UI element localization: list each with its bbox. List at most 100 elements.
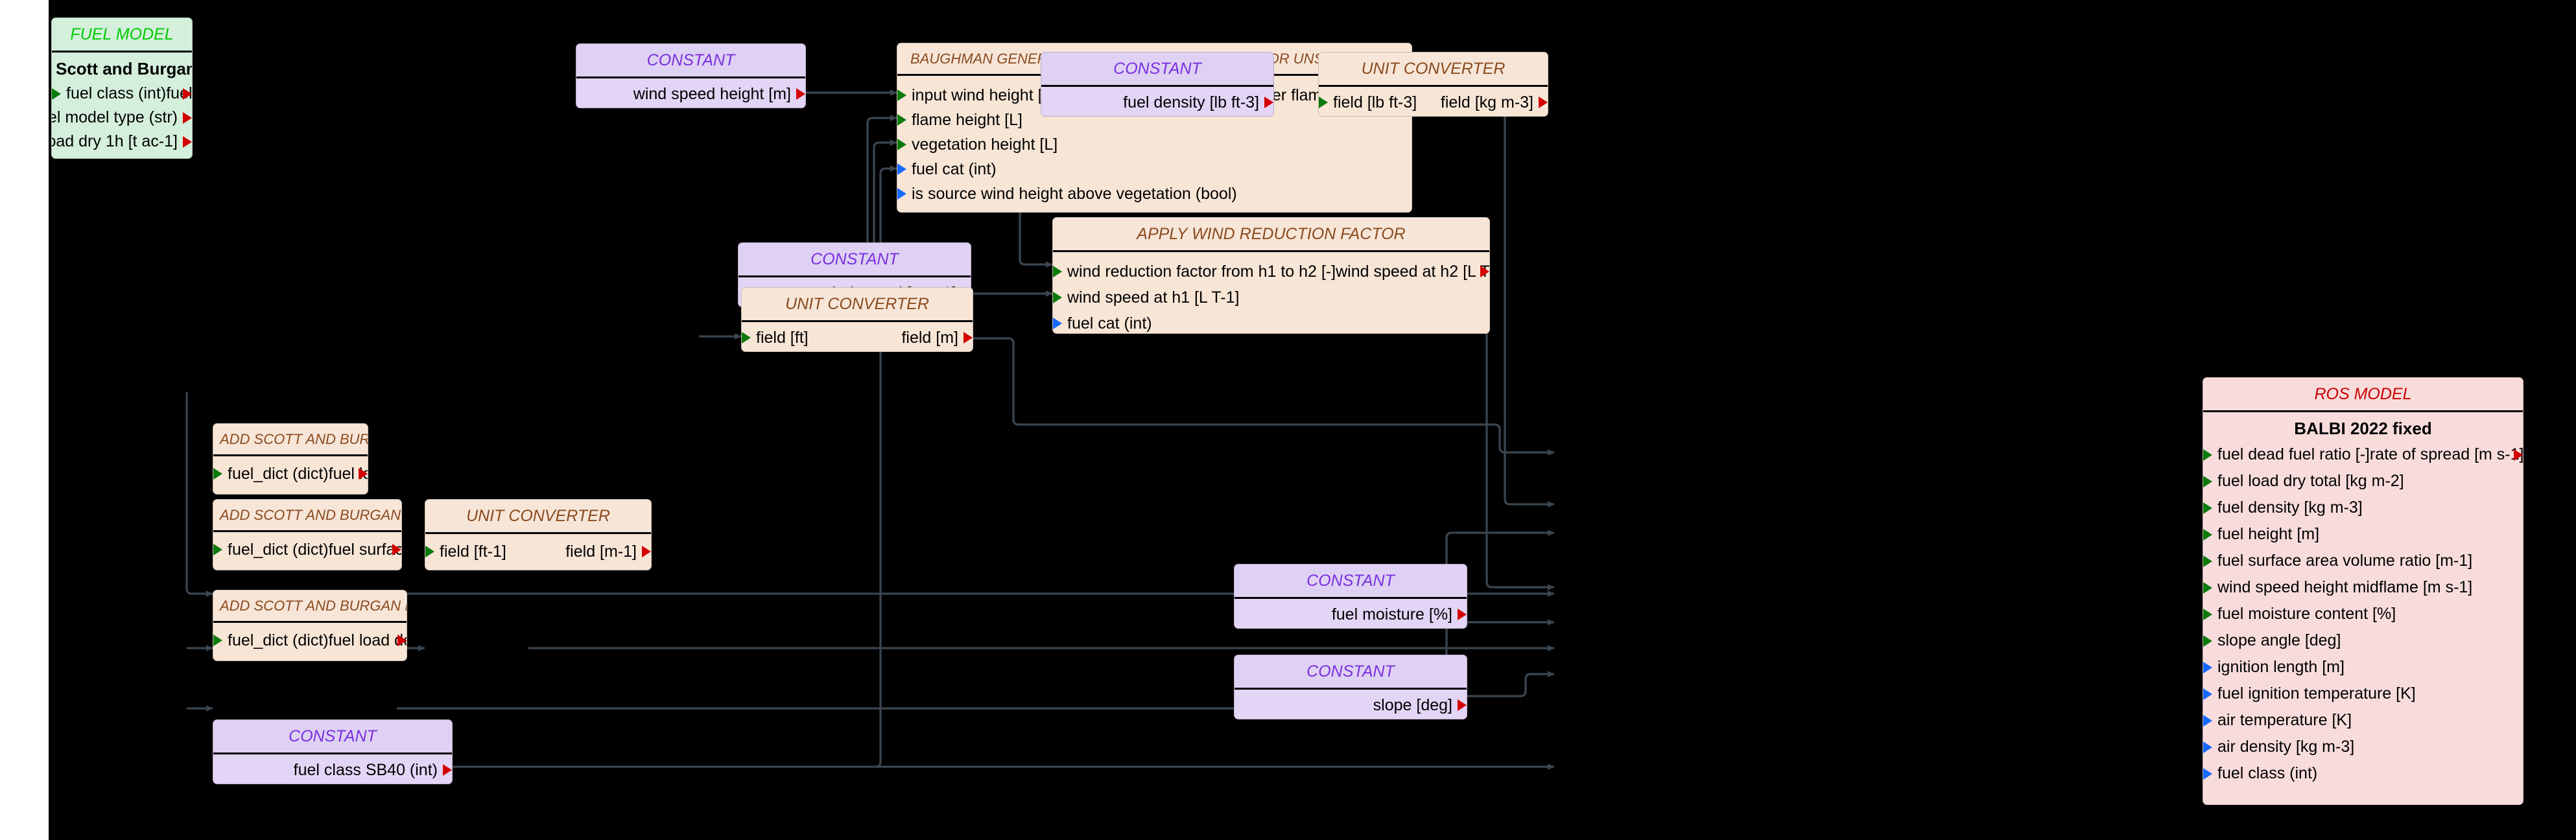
row-port[interactable]: slope [deg] (1235, 690, 1467, 719)
port-out-icon[interactable] (642, 546, 651, 557)
port-in-label: fuel_dict (dict) (228, 540, 329, 559)
port-in-icon[interactable] (213, 468, 222, 480)
row-port[interactable]: fuel cat (int) (1053, 310, 1489, 333)
port-in-icon[interactable] (213, 635, 222, 646)
row-port[interactable]: fuel surface area volume ratio [m-1] (2203, 548, 2523, 574)
port-in-icon[interactable] (2203, 741, 2212, 753)
node-fuel-model[interactable]: FUEL MODEL Scott and Burgan 40 fuel clas… (51, 18, 193, 159)
row-port[interactable]: wind speed height [m] (576, 78, 805, 108)
port-in-icon[interactable] (2203, 767, 2212, 780)
port-in-icon[interactable] (1053, 318, 1062, 329)
row-port[interactable]: is source wind height above vegetation (… (897, 181, 1412, 206)
port-in-icon[interactable] (897, 89, 906, 101)
port-in-icon[interactable] (2203, 449, 2212, 461)
row-port[interactable]: wind reduction factor from h1 to h2 [-] … (1053, 259, 1489, 285)
row-port[interactable]: wind speed height midflame [m s-1] (2203, 574, 2523, 601)
port-out-icon[interactable] (1539, 97, 1548, 108)
port-in-icon[interactable] (2203, 661, 2212, 673)
port-in-icon[interactable] (2203, 688, 2212, 700)
node-add-dead-fuel-ratio[interactable]: ADD SCOTT AND BURGAN DEAD FUEL RATIO fue… (213, 590, 407, 661)
port-in-icon[interactable] (2203, 475, 2212, 487)
port-out-icon[interactable] (1458, 609, 1467, 620)
row-port[interactable]: field [ft] field [m] (742, 322, 973, 351)
port-in-label: fuel_dict (dict) (228, 631, 329, 649)
row-port[interactable]: fuel moisture content [%] (2203, 601, 2523, 627)
node-apply-wind-reduction-factor[interactable]: APPLY WIND REDUCTION FACTOR wind reducti… (1052, 217, 1490, 334)
port-in-label: is source wind height above vegetation (… (912, 184, 1237, 203)
port-out-icon[interactable] (963, 332, 973, 344)
row-port[interactable]: fuel model type (str) (52, 106, 192, 130)
node-ros-model[interactable]: ROS MODEL BALBI 2022 fixed fuel dead fue… (2203, 377, 2523, 805)
port-in-icon[interactable] (2203, 635, 2212, 647)
row-port[interactable]: field [lb ft-3] field [kg m-3] (1319, 87, 1548, 116)
row-port[interactable]: fuel class (int) (2203, 760, 2523, 787)
row-port[interactable]: fuel class (int) fuel code (str) (52, 82, 192, 106)
port-in-icon[interactable] (2203, 502, 2212, 514)
port-out-label: fuel surface area volume ratio [ft-1] (328, 540, 401, 559)
port-in-icon[interactable] (2203, 528, 2212, 541)
node-unit-converter-savr[interactable]: UNIT CONVERTER field [ft-1] field [m-1] (425, 499, 652, 570)
port-out-icon[interactable] (183, 88, 192, 100)
port-in-icon[interactable] (213, 544, 222, 555)
node-unit-converter-height[interactable]: UNIT CONVERTER field [ft] field [m] (741, 287, 973, 352)
port-in-label: flame height [L] (912, 110, 1022, 129)
port-out-icon[interactable] (183, 111, 192, 124)
row-port[interactable]: wind speed at h1 [L T-1] (1053, 285, 1489, 310)
row-port[interactable]: fuel cat (int) (897, 157, 1412, 181)
node-header: CONSTANT (576, 44, 805, 78)
port-out-icon[interactable] (1480, 266, 1489, 277)
port-in-label: fuel cat (int) (1067, 314, 1152, 332)
port-in-icon[interactable] (742, 332, 751, 344)
row-port[interactable]: fuel dead fuel ratio [-] rate of spread … (2203, 441, 2523, 468)
row-port[interactable]: fuel_dict (dict) fuel surface area volum… (213, 535, 401, 565)
row-port[interactable]: fuel class SB40 (int) (213, 754, 452, 784)
node-constant-fuel-moisture[interactable]: CONSTANT fuel moisture [%] (1234, 564, 1467, 629)
row-port[interactable]: fuel density [kg m-3] (2203, 495, 2523, 521)
row-port[interactable]: slope angle [deg] (2203, 627, 2523, 654)
port-out-icon[interactable] (1264, 97, 1273, 108)
port-in-icon[interactable] (897, 163, 906, 175)
port-out-icon[interactable] (183, 135, 192, 148)
port-in-icon[interactable] (2203, 555, 2212, 567)
node-unit-converter-density[interactable]: UNIT CONVERTER field [lb ft-3] field [kg… (1318, 52, 1548, 117)
port-out-icon[interactable] (397, 635, 407, 646)
node-constant-slope[interactable]: CONSTANT slope [deg] (1234, 655, 1467, 719)
node-add-total-savr[interactable]: ADD SCOTT AND BURGAN TOTAL SAVR fuel_dic… (213, 499, 402, 570)
row-port[interactable]: fuel height [m] (2203, 521, 2523, 548)
port-in-icon[interactable] (2203, 714, 2212, 727)
row-port[interactable]: fuel moisture [%] (1235, 599, 1467, 628)
row-port[interactable]: fuel_dict (dict) fuel load dead ratio [-… (213, 625, 407, 655)
row-port[interactable]: fuel load dry total [kg m-2] (2203, 468, 2523, 495)
port-out-icon[interactable] (1458, 699, 1467, 711)
port-out-icon[interactable] (796, 88, 805, 100)
port-in-icon[interactable] (1319, 97, 1328, 108)
port-in-icon[interactable] (425, 546, 434, 557)
row-port[interactable]: fuel density [lb ft-3] (1041, 87, 1273, 116)
row-port[interactable]: air density [kg m-3] (2203, 734, 2523, 760)
node-constant-fuel-class[interactable]: CONSTANT fuel class SB40 (int) (213, 719, 453, 784)
port-in-icon[interactable] (1053, 266, 1062, 277)
node-constant-wind-speed-height[interactable]: CONSTANT wind speed height [m] (576, 43, 806, 108)
port-out-icon[interactable] (392, 544, 401, 555)
node-constant-fuel-density[interactable]: CONSTANT fuel density [lb ft-3] (1041, 52, 1274, 117)
port-in-icon[interactable] (897, 188, 906, 200)
row-port[interactable]: vegetation height [L] (897, 132, 1412, 157)
port-in-icon[interactable] (1053, 292, 1062, 303)
port-out-icon[interactable] (443, 764, 452, 776)
row-port[interactable]: field [ft-1] field [m-1] (425, 537, 651, 566)
port-out-icon[interactable] (2514, 449, 2523, 461)
port-in-icon[interactable] (52, 88, 61, 100)
port-in-icon[interactable] (2203, 581, 2212, 594)
port-out-icon[interactable] (359, 468, 368, 480)
node-add-total-fuel-load[interactable]: ADD SCOTT AND BURGAN TOTAL FUEL LOAD fue… (213, 423, 368, 495)
row-port[interactable]: fuel load dry 1h [t ac-1] (52, 130, 192, 154)
row-port[interactable]: fuel_dict (dict) fuel load dry total [kg… (213, 459, 368, 489)
row-port[interactable]: air temperature [K] (2203, 707, 2523, 734)
row-port[interactable]: ignition length [m] (2203, 654, 2523, 681)
port-in-icon[interactable] (897, 114, 906, 126)
row-port[interactable]: fuel ignition temperature [K] (2203, 681, 2523, 707)
port-in-icon[interactable] (897, 139, 906, 150)
port-in-icon[interactable] (2203, 608, 2212, 620)
row-port[interactable]: fuel load dry 10h [t ac-1] (52, 154, 192, 159)
port-in-label: fuel surface area volume ratio [m-1] (2217, 552, 2473, 570)
